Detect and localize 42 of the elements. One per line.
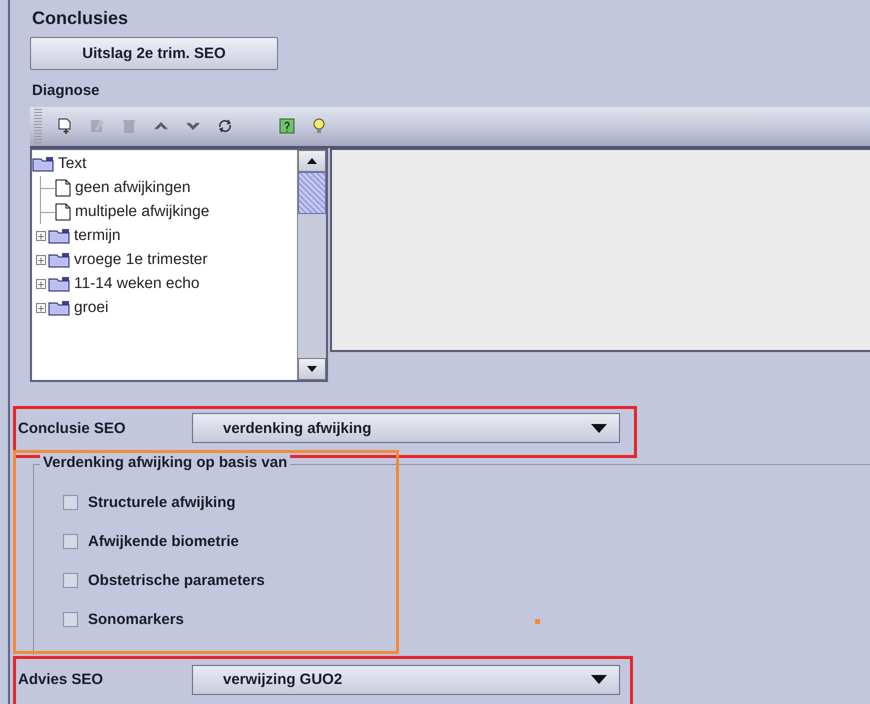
- expand-toggle[interactable]: [36, 231, 46, 242]
- checkbox[interactable]: [63, 495, 78, 510]
- section-label: Diagnose: [32, 82, 101, 99]
- caret-icon: [591, 675, 607, 684]
- checkbox-label: Structurele afwijking: [88, 494, 236, 512]
- checkbox-label: Afwijkende biometrie: [88, 533, 239, 550]
- tree-item[interactable]: 11-14 weken echo: [74, 275, 200, 294]
- expand-toggle[interactable]: [36, 279, 46, 290]
- checkbox-label: Sonomarkers: [88, 611, 184, 628]
- field-label: Advies SEO: [18, 671, 104, 688]
- expand-toggle[interactable]: [36, 303, 46, 314]
- folder-icon: [48, 300, 70, 316]
- folder-icon: [48, 252, 70, 268]
- folder-icon: [48, 228, 70, 244]
- checkbox[interactable]: [63, 612, 78, 628]
- checkbox-label: Obstetrische parameters: [88, 572, 265, 590]
- document-icon: [55, 203, 71, 222]
- scrollbar[interactable]: [297, 150, 326, 380]
- tree-item[interactable]: Text: [58, 155, 86, 174]
- tree-item[interactable]: geen afwijkingen: [75, 179, 190, 198]
- scrollbar-thumb[interactable]: [298, 172, 326, 214]
- document-icon: [55, 179, 71, 198]
- tree-item[interactable]: multipele afwijkinge: [75, 203, 210, 222]
- folder-icon: [32, 156, 54, 172]
- help-icon[interactable]: [278, 117, 296, 136]
- section-title: Conclusies: [32, 8, 130, 30]
- field-label: Conclusie SEO: [18, 420, 127, 437]
- checkbox[interactable]: [63, 573, 78, 588]
- folder-icon: [48, 276, 70, 292]
- expand-toggle[interactable]: [36, 255, 46, 266]
- dropdown[interactable]: verwijzing GUO2: [192, 664, 620, 695]
- tree-item[interactable]: groei: [74, 299, 108, 318]
- dropdown[interactable]: verdenking afwijking: [192, 413, 620, 444]
- scroll-down-icon[interactable]: [307, 366, 317, 372]
- scroll-up-icon[interactable]: [307, 158, 317, 164]
- caret-icon: [591, 424, 607, 433]
- text-editor[interactable]: [330, 148, 870, 352]
- tree-item[interactable]: termijn: [74, 227, 121, 246]
- result-button[interactable]: Uitslag 2e trim. SEO: [30, 36, 278, 70]
- checkbox[interactable]: [63, 534, 78, 550]
- tree-item[interactable]: vroege 1e trimester: [74, 251, 208, 270]
- group-title: Verdenking afwijking op basis van: [40, 454, 290, 472]
